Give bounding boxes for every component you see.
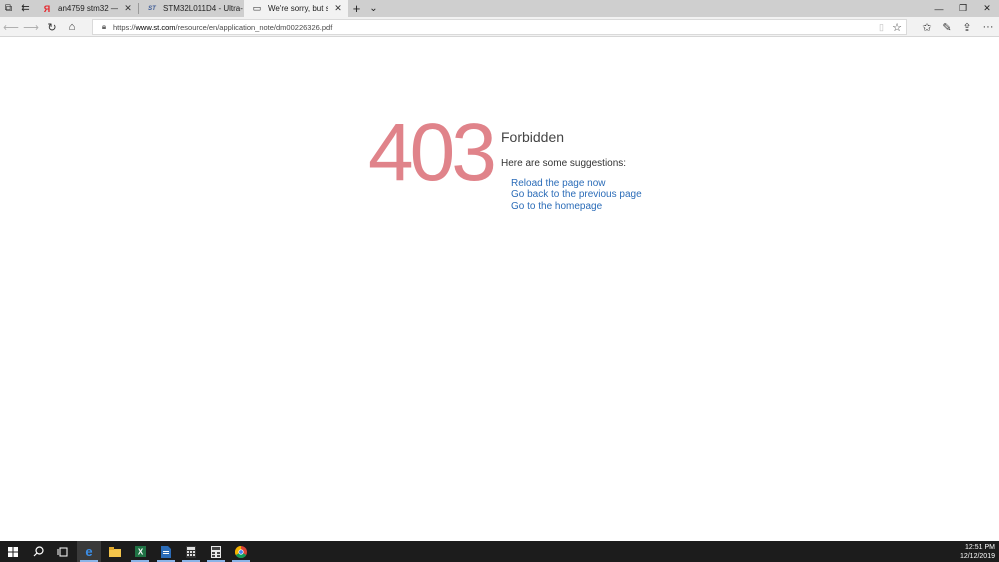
lock-icon[interactable]: 🔒︎	[97, 22, 111, 32]
error-title: Forbidden	[501, 129, 565, 145]
file-explorer-icon[interactable]	[103, 541, 127, 562]
reload-page-link[interactable]: Reload the page now	[511, 178, 642, 189]
tab-bar: ⧉ ⇇ Я an4759 stm32 — Яндек ✕ ST STM32L01…	[0, 0, 999, 17]
restore-button[interactable]: ❐	[951, 0, 975, 17]
yandex-icon: Я	[43, 3, 51, 14]
tab-title: STM32L011D4 - Ultra-low-p	[163, 4, 243, 13]
go-back-link[interactable]: Go back to the previous page	[511, 189, 642, 200]
edge-icon[interactable]: e	[77, 541, 101, 562]
clock-date: 12/12/2019	[959, 553, 995, 560]
tab-yandex[interactable]: Я an4759 stm32 — Яндек ✕	[34, 0, 138, 17]
new-tab-button[interactable]: +	[348, 0, 365, 17]
share-icon[interactable]: ⇪	[958, 19, 976, 35]
navigation-bar: ⟵ ⟶ ↻ ⌂ 🔒︎ https://www.st.com/resource/e…	[0, 17, 999, 37]
favorite-star-icon[interactable]: ☆	[892, 21, 902, 34]
taskbar: e X 12:51 PM 12/12/2019	[0, 541, 999, 562]
reading-view-icon[interactable]: ▯	[879, 22, 884, 33]
excel-icon[interactable]: X	[128, 541, 152, 562]
start-icon[interactable]	[1, 541, 25, 562]
error-code: 403	[368, 107, 497, 198]
task-view-icon[interactable]	[50, 541, 74, 562]
close-icon[interactable]: ✕	[332, 3, 344, 14]
homepage-link[interactable]: Go to the homepage	[511, 201, 642, 212]
search-icon[interactable]	[26, 541, 50, 562]
page-icon: ▭	[252, 3, 262, 13]
suggestions-list: Reload the page now Go back to the previ…	[511, 178, 642, 212]
svg-text:X: X	[137, 548, 143, 557]
close-icon[interactable]: ✕	[122, 3, 134, 14]
system-clock[interactable]: 12:51 PM 12/12/2019	[960, 543, 995, 561]
clock-time: 12:51 PM	[965, 544, 995, 551]
tab-overview-icon[interactable]: ⧉	[0, 0, 17, 17]
calculator2-icon[interactable]	[204, 541, 228, 562]
calculator-icon[interactable]	[179, 541, 203, 562]
url-text[interactable]: https://www.st.com/resource/en/applicati…	[113, 23, 332, 32]
suggestions-heading: Here are some suggestions:	[501, 158, 627, 169]
tab-title: an4759 stm32 — Яндек	[58, 4, 118, 13]
home-button[interactable]: ⌂	[63, 19, 81, 35]
favorites-icon[interactable]: ✩	[918, 19, 936, 35]
tab-list-chevron-down-icon[interactable]: ⌄	[365, 0, 382, 17]
minimize-button[interactable]: —	[927, 0, 951, 17]
refresh-button[interactable]: ↻	[43, 19, 61, 35]
forward-button[interactable]: ⟶	[22, 19, 40, 35]
set-aside-tabs-icon[interactable]: ⇇	[17, 0, 34, 17]
back-button[interactable]: ⟵	[2, 19, 20, 35]
window-close-button[interactable]: ✕	[975, 0, 999, 17]
more-menu-icon[interactable]: ···	[979, 19, 997, 35]
web-note-icon[interactable]: ✎	[938, 19, 956, 35]
address-bar[interactable]: 🔒︎ https://www.st.com/resource/en/applic…	[92, 19, 907, 35]
tab-error-page[interactable]: ▭ We're sorry, but someth ✕	[244, 0, 348, 17]
chrome-icon[interactable]	[229, 541, 253, 562]
word-icon[interactable]	[154, 541, 178, 562]
tab-stm32[interactable]: ST STM32L011D4 - Ultra-low-p	[139, 0, 243, 17]
tab-title: We're sorry, but someth	[268, 4, 328, 13]
st-logo-icon: ST	[148, 5, 156, 12]
